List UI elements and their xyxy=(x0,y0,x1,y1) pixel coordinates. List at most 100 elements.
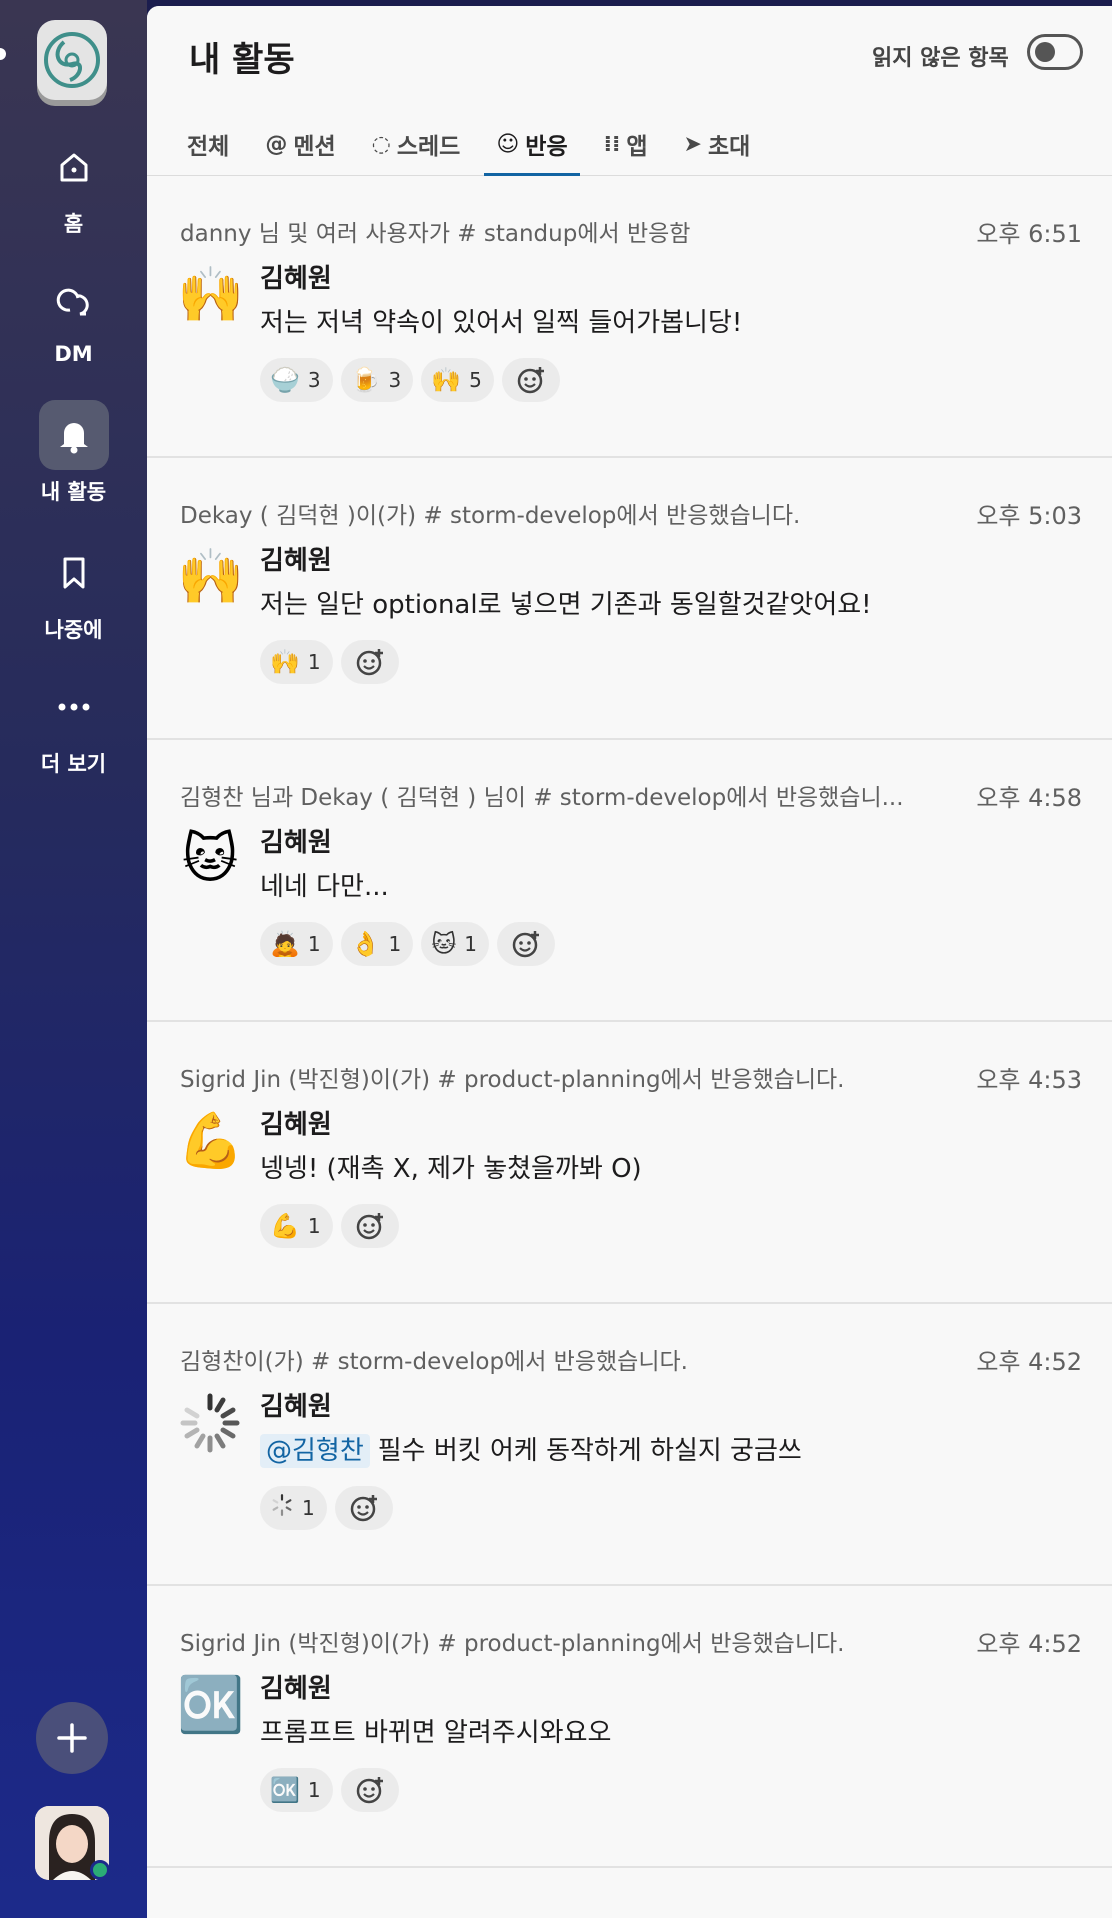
activity-time: 오후 4:58 xyxy=(976,784,1082,812)
message-text: 네네 다만... xyxy=(260,872,389,902)
add-workspace-button[interactable] xyxy=(36,1702,108,1774)
toggle-knob xyxy=(1035,42,1055,62)
add-reaction-button[interactable] xyxy=(340,1768,399,1812)
nav-home[interactable]: 홈 xyxy=(0,132,147,238)
add-reaction-icon xyxy=(517,367,544,394)
page-title: 내 활동 xyxy=(189,40,295,80)
ok-button-icon: 🆗 xyxy=(270,1776,300,1804)
spinner-shape xyxy=(180,1393,240,1453)
beer-icon: 🍺 xyxy=(350,366,381,394)
bowing-icon: 🙇 xyxy=(270,930,300,958)
reaction-pill[interactable]: 🙌 1 xyxy=(260,640,333,684)
activity-meta: 김형찬 님과 Dekay ( 김덕현 ) 님이 # storm-develop에… xyxy=(180,785,904,811)
tab-reactions[interactable]: ☺ 반응 xyxy=(484,112,580,177)
reaction-pill[interactable]: 🍺 3 xyxy=(340,358,414,402)
reaction-pill[interactable]: 🐱 1 xyxy=(421,922,490,966)
reaction-pill[interactable]: 💪 1 xyxy=(260,1204,333,1248)
home-icon xyxy=(39,132,109,202)
bell-icon xyxy=(38,400,109,470)
nav-dm[interactable]: DM xyxy=(0,266,147,366)
user-mention[interactable]: @김형찬 xyxy=(260,1434,370,1468)
nav-activity-label: 내 활동 xyxy=(40,480,107,504)
loading-spinner-icon xyxy=(270,1493,294,1523)
unread-only-label: 읽지 않은 항목 xyxy=(872,46,1009,71)
dm-icon xyxy=(39,266,109,336)
activity-time: 오후 5:03 xyxy=(976,502,1082,530)
plus-icon xyxy=(57,1723,87,1753)
tab-mentions[interactable]: @ 멘션 xyxy=(265,112,335,176)
message-text: 필수 버킷 어케 동작하게 하실지 궁금쓰 xyxy=(377,1436,802,1466)
tab-invites[interactable]: ➤ 초대 xyxy=(684,112,751,176)
activity-item[interactable]: Sigrid Jin (박진형)이(가) # product-planning에… xyxy=(147,1022,1112,1304)
raised-hands-icon: 🙌 xyxy=(431,366,462,394)
activity-item[interactable]: 김형찬이(가) # storm-develop에서 반응했습니다. 오후 4:5… xyxy=(147,1304,1112,1586)
nav-activity[interactable]: 내 활동 xyxy=(0,400,147,506)
loading-spinner-icon xyxy=(177,1390,243,1456)
reaction-list: 🙇 1 👌 1 🐱 1 xyxy=(260,922,556,966)
nav-more-label: 더 보기 xyxy=(40,752,107,776)
nav-home-label: 홈 xyxy=(63,212,84,236)
add-reaction-button[interactable] xyxy=(340,640,399,684)
reaction-pill[interactable]: 🆗 1 xyxy=(260,1768,333,1812)
reaction-list: 🆗 1 xyxy=(260,1768,399,1812)
activity-item[interactable]: Sigrid Jin (박진형)이(가) # product-planning에… xyxy=(147,1586,1112,1868)
workspace-logo[interactable] xyxy=(37,20,107,100)
reaction-pill[interactable]: 🙌 5 xyxy=(421,358,494,402)
activity-item[interactable]: danny 님 및 여러 사용자가 # standup에서 반응함 오후 6:5… xyxy=(147,176,1112,458)
message-author[interactable]: 김혜원 xyxy=(260,540,332,577)
nav-later-label: 나중에 xyxy=(44,618,103,642)
add-reaction-button[interactable] xyxy=(334,1486,393,1530)
reaction-count: 1 xyxy=(307,1214,321,1238)
more-icon xyxy=(39,672,109,742)
add-reaction-button[interactable] xyxy=(340,1204,399,1248)
reaction-count: 3 xyxy=(307,368,321,392)
workspace-rail: 홈 DM 내 활동 나중에 더 보기 xyxy=(0,0,147,1918)
message-author[interactable]: 김혜원 xyxy=(260,1668,332,1705)
nav-more[interactable]: 더 보기 xyxy=(0,672,147,778)
reaction-pill[interactable]: 1 xyxy=(260,1486,327,1530)
cat-icon: 🐱 xyxy=(431,930,457,958)
add-reaction-button[interactable] xyxy=(501,358,560,402)
message-text: 저는 저녁 약속이 있어서 일찍 들어가봅니당! xyxy=(260,308,743,338)
nav-later[interactable]: 나중에 xyxy=(0,538,147,644)
reaction-emoji-icon: 🙌 xyxy=(177,545,245,608)
tab-apps-label: 앱 xyxy=(626,134,648,160)
reaction-count: 1 xyxy=(388,932,402,956)
tab-reactions-label: 반응 xyxy=(525,134,568,160)
presence-indicator xyxy=(90,1860,110,1880)
add-reaction-icon xyxy=(356,1777,383,1804)
message-text: 저는 일단 optional로 넣으면 기존과 동일할것같앗어요! xyxy=(260,590,872,620)
reaction-count: 1 xyxy=(307,650,321,674)
message-author[interactable]: 김혜원 xyxy=(260,258,332,295)
unread-only-toggle[interactable] xyxy=(1027,34,1083,70)
reaction-emoji-icon: 🙌 xyxy=(177,263,245,326)
reaction-pill[interactable]: 👌 1 xyxy=(340,922,414,966)
add-reaction-icon xyxy=(356,649,383,676)
muscle-icon: 💪 xyxy=(270,1212,300,1240)
tab-threads[interactable]: ◌ 스레드 xyxy=(372,112,461,176)
reaction-count: 5 xyxy=(469,368,482,392)
message-author[interactable]: 김혜원 xyxy=(260,1386,332,1423)
message-author[interactable]: 김혜원 xyxy=(260,1104,332,1141)
activity-panel: 내 활동 읽지 않은 항목 전체 @ 멘션 ◌ 스레드 ☺ 반응 ⁞⁞ 앱 ➤ … xyxy=(147,6,1112,1918)
tab-mentions-label: 멘션 xyxy=(293,134,336,160)
activity-meta: 김형찬이(가) # storm-develop에서 반응했습니다. xyxy=(180,1349,688,1375)
reaction-emoji-icon: 🆗 xyxy=(177,1673,245,1736)
reaction-count: 1 xyxy=(302,1496,315,1520)
at-icon: @ xyxy=(265,131,288,157)
activity-item[interactable]: 김형찬 님과 Dekay ( 김덕현 ) 님이 # storm-develop에… xyxy=(147,740,1112,1022)
tab-all[interactable]: 전체 xyxy=(187,112,229,176)
add-reaction-button[interactable] xyxy=(497,922,556,966)
activity-meta: Sigrid Jin (박진형)이(가) # product-planning에… xyxy=(180,1631,845,1657)
message-author[interactable]: 김혜원 xyxy=(260,822,332,859)
tab-invites-label: 초대 xyxy=(707,134,751,160)
activity-item-partial[interactable] xyxy=(147,1868,1112,1918)
reaction-count: 1 xyxy=(307,932,321,956)
activity-time: 오후 6:51 xyxy=(976,220,1082,248)
message-text-row: @김형찬 필수 버킷 어케 동작하게 하실지 궁금쓰 xyxy=(260,1430,802,1468)
tab-threads-label: 스레드 xyxy=(396,134,461,160)
activity-item[interactable]: Dekay ( 김덕현 )이(가) # storm-develop에서 반응했습… xyxy=(147,458,1112,740)
reaction-pill[interactable]: 🙇 1 xyxy=(260,922,333,966)
tab-apps[interactable]: ⁞⁞ 앱 xyxy=(604,112,648,176)
reaction-pill[interactable]: 🍚 3 xyxy=(260,358,333,402)
